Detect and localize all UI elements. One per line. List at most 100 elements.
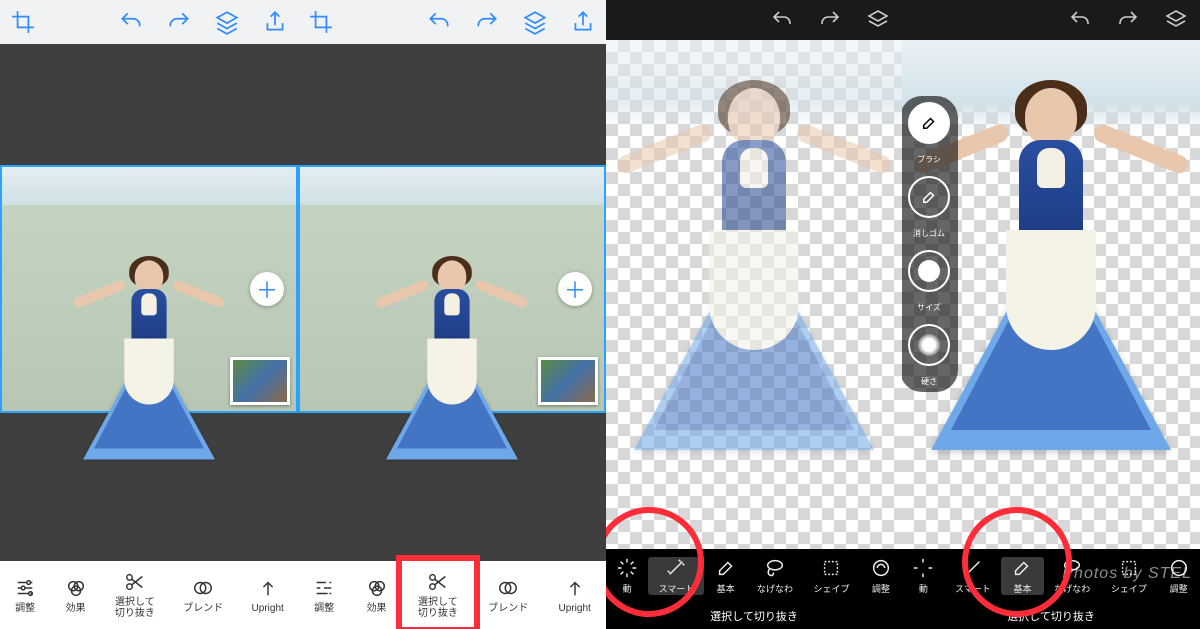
undo-icon[interactable] [118,9,144,35]
panel-3: 動 スマート 基本 なげなわ シェイプ 調整 選択して切り抜き [606,0,902,629]
palette-size[interactable] [908,250,950,292]
bottom-toolbar-dark: 動 スマート 基本 なげなわ シェイプ 調整 選択して切り抜き [902,549,1200,629]
top-toolbar-dark [606,0,902,40]
share-icon[interactable] [262,9,288,35]
tool-smart[interactable]: スマート [648,557,704,595]
panel-2: ＋ 調整 効果 選択して 切り抜き ブレンド Upright [298,0,606,629]
tool-label: スマート [659,582,695,595]
wand-icon [962,557,984,579]
tool-label: 基本 [1013,582,1031,595]
bottom-toolbar: 調整 効果 選択して 切り抜き ブレンド Upright [0,561,298,629]
tool-label: 選択して 切り抜き [115,597,155,619]
tool-label: シェイプ [813,582,849,595]
tool-shape[interactable]: シェイプ [803,557,859,595]
tool-basic[interactable]: 基本 [704,557,746,595]
tool-auto[interactable]: 動 [902,557,945,595]
upright-icon [564,577,586,599]
shape-icon [820,557,842,579]
tool-auto[interactable]: 動 [606,557,648,595]
lasso-icon [764,557,786,579]
tool-label: 調整 [314,603,334,614]
brush-icon [715,557,737,579]
palette-label: ブラシ [917,156,941,164]
blend-icon [192,577,214,599]
sliders-icon [313,577,335,599]
add-layer-button[interactable]: ＋ [558,272,592,306]
cutout-canvas[interactable] [606,40,902,549]
brush-icon [1011,557,1033,579]
tool-cutout[interactable]: 選択して 切り抜き [101,571,169,619]
redo-icon[interactable] [1116,8,1140,32]
redo-icon[interactable] [474,9,500,35]
top-toolbar-dark [902,0,1200,40]
refine-icon [870,557,892,579]
tool-smart[interactable]: スマート [945,557,1001,595]
crop-icon[interactable] [308,9,334,35]
share-icon[interactable] [570,9,596,35]
tool-label: なげなわ [1054,582,1090,595]
redo-icon[interactable] [818,8,842,32]
layer-thumbnail[interactable] [538,357,598,405]
tool-label: シェイプ [1111,582,1147,595]
tool-effects[interactable]: 効果 [50,577,100,614]
auto-icon [912,557,934,579]
palette-hardness[interactable] [908,324,950,366]
palette-label: サイズ [917,304,941,312]
layers-icon[interactable] [214,9,240,35]
panel-1: ＋ 調整 効果 選択して 切り抜き ブレンド Upright [0,0,298,629]
blend-icon [497,577,519,599]
mode-title: 選択して切り抜き [606,603,902,629]
tool-label: 調整 [872,582,890,595]
bottom-toolbar-dark: 動 スマート 基本 なげなわ シェイプ 調整 選択して切り抜き [606,549,902,629]
add-layer-button[interactable]: ＋ [250,272,284,306]
layers-icon[interactable] [1164,8,1188,32]
watermark: Photos by STEL [1062,565,1192,583]
tool-upright[interactable]: Upright [237,577,298,614]
tool-label: 調整 [1170,582,1188,595]
tool-adjust[interactable]: 調整 [0,577,50,614]
tool-label: ブレンド [488,603,528,614]
undo-icon[interactable] [770,8,794,32]
top-toolbar [0,0,298,44]
tool-adjust[interactable]: 調整 [298,577,350,614]
mode-title: 選択して切り抜き [902,603,1200,629]
palette-eraser[interactable] [908,176,950,218]
sliders-icon [14,577,36,599]
palette-label: 消しゴム [913,230,945,238]
canvas-image[interactable]: ＋ [298,165,606,413]
tool-label: ブレンド [183,603,223,614]
panel-4: ブラシ 消しゴム サイズ 硬さ 動 スマート 基本 なげなわ シェイプ 調整 選… [902,0,1200,629]
tool-label: 基本 [717,582,735,595]
tool-label: Upright [252,603,284,614]
tool-lasso[interactable]: なげなわ [747,557,803,595]
scissors-icon [427,571,449,593]
layer-thumbnail[interactable] [230,357,290,405]
tool-label: 動 [623,582,632,595]
tool-blend[interactable]: ブレンド [169,577,237,614]
palette-label: 硬さ [921,378,937,386]
tool-effects[interactable]: 効果 [350,577,402,614]
layers-icon[interactable] [522,9,548,35]
canvas-image[interactable]: ＋ [0,165,298,413]
crop-icon[interactable] [10,9,36,35]
bottom-toolbar: 調整 効果 選択して 切り抜き ブレンド Upright [298,561,606,629]
undo-icon[interactable] [426,9,452,35]
undo-icon[interactable] [1068,8,1092,32]
layers-icon[interactable] [866,8,890,32]
auto-icon [616,557,638,579]
redo-icon[interactable] [166,9,192,35]
tool-refine[interactable]: 調整 [860,557,902,595]
effects-icon [65,577,87,599]
wand-icon [665,557,687,579]
tool-label: 調整 [15,603,35,614]
tool-basic[interactable]: 基本 [1001,557,1044,595]
tool-blend[interactable]: ブレンド [473,577,543,614]
tool-label: Upright [559,603,591,614]
tool-upright[interactable]: Upright [543,577,606,614]
tool-cutout[interactable]: 選択して 切り抜き [403,571,473,619]
palette-brush[interactable] [908,102,950,144]
tool-label: 効果 [367,603,387,614]
effects-icon [366,577,388,599]
tool-label: スマート [955,582,991,595]
scissors-icon [124,571,146,593]
